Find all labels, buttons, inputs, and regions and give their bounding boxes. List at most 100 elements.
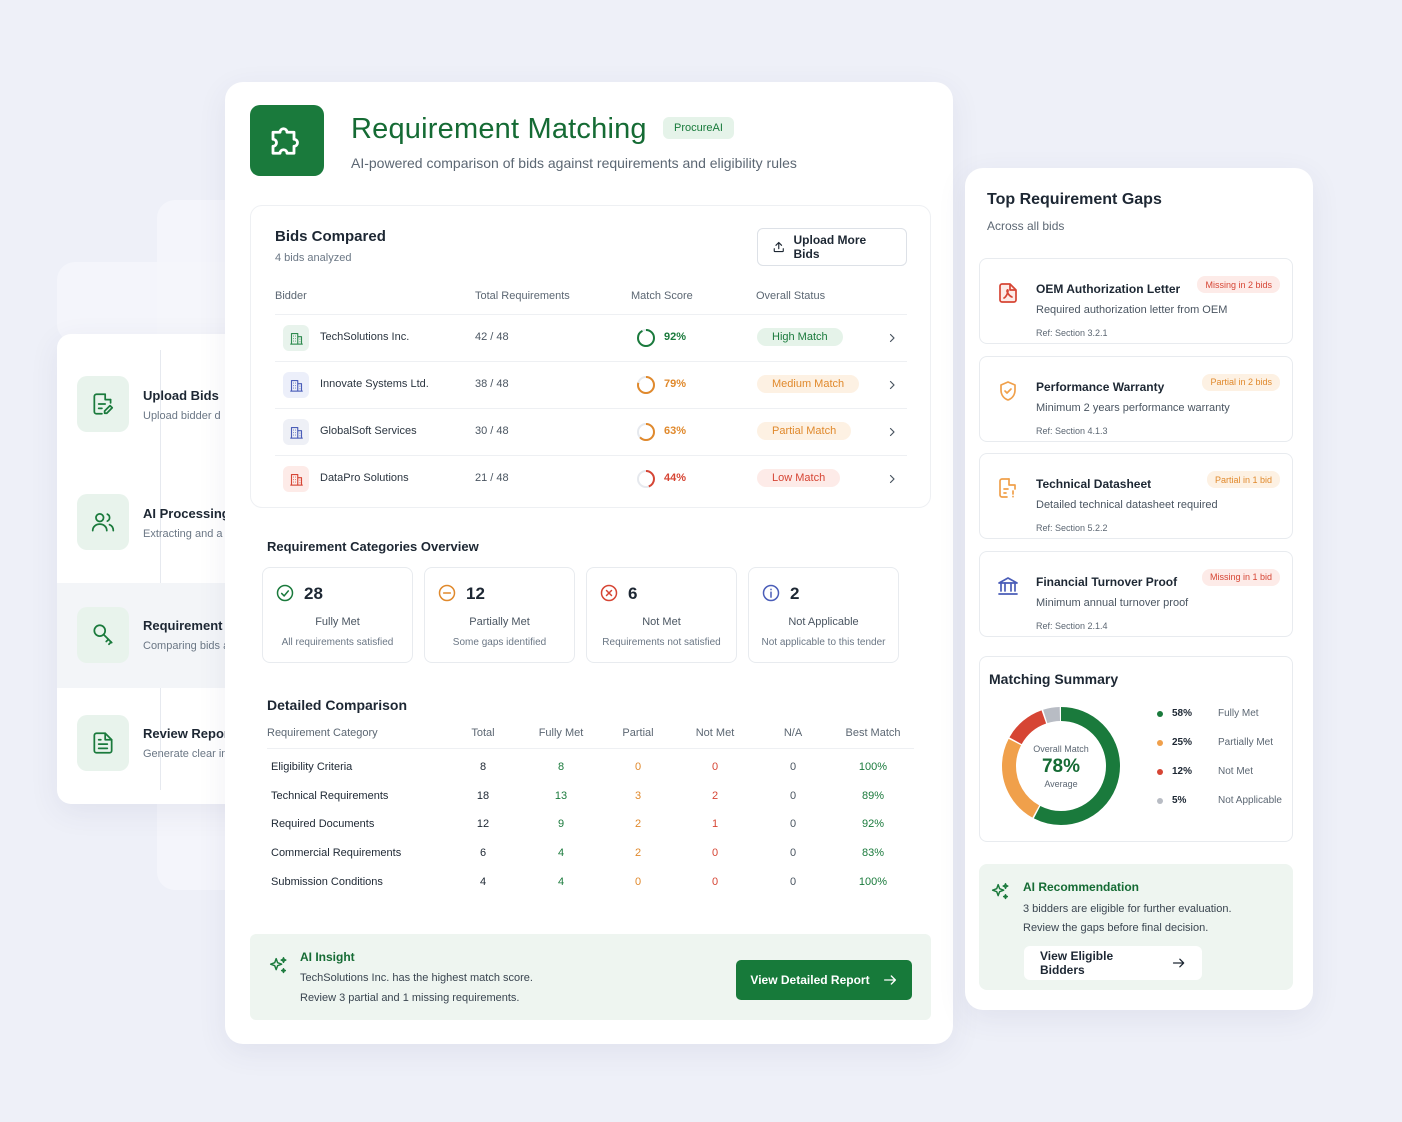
chevron-right-icon[interactable] — [886, 331, 898, 343]
score-ring — [637, 329, 655, 347]
score-ring — [637, 376, 655, 394]
gap-reference: Ref: Section 3.2.1 — [1036, 328, 1108, 338]
status-badge: Low Match — [757, 469, 841, 487]
building-icon — [283, 419, 309, 445]
detail-cell-not: 1 — [711, 818, 719, 831]
detailed-comparison-section: Detailed Comparison Requirement Category… — [250, 682, 931, 914]
chevron-right-icon[interactable] — [886, 472, 898, 484]
detail-cell-name: Commercial Requirements — [271, 847, 402, 860]
legend-item: 12% Not Met — [1157, 766, 1253, 777]
step-title: AI Processing — [143, 506, 230, 521]
detail-cell-full: 4 — [557, 875, 565, 888]
detail-cell-full: 4 — [557, 847, 565, 860]
upload-icon — [773, 241, 784, 253]
legend-dot — [1157, 797, 1163, 804]
arrow-right-icon — [883, 975, 896, 985]
detail-cell-na: 0 — [789, 818, 797, 831]
column-header-bidder: Bidder — [275, 290, 307, 302]
section-title: Bids Compared — [275, 228, 386, 245]
bank-icon — [996, 573, 1020, 599]
detail-row: Commercial Requirements 6 4 2 0 0 83% — [250, 847, 931, 867]
legend-dot — [1157, 710, 1163, 717]
category-label: Not Met — [642, 616, 681, 628]
legend-item: 5% Not Applicable — [1157, 795, 1282, 806]
bid-row[interactable]: DataPro Solutions 21 / 48 44% Low Match — [251, 455, 932, 502]
shield-check-icon — [996, 378, 1020, 404]
gap-title: Financial Turnover Proof — [1036, 574, 1178, 589]
view-detailed-report-button[interactable]: View Detailed Report — [736, 960, 912, 1000]
gap-description: Minimum 2 years performance warranty — [1036, 401, 1230, 414]
puzzle-icon — [250, 105, 324, 176]
x-circle-icon — [599, 583, 619, 603]
step-title: Review Report — [143, 726, 234, 741]
minus-circle-icon — [437, 583, 457, 603]
recommendation-title: AI Recommendation — [1023, 880, 1140, 894]
status-badge: Medium Match — [757, 375, 860, 393]
gap-card[interactable]: Technical Datasheet Partial in 1 bid Detai… — [979, 453, 1293, 539]
legend-label: Not Applicable — [1218, 795, 1282, 806]
page-title: Requirement Matching — [351, 113, 647, 145]
detail-cell-partial: 2 — [634, 818, 642, 831]
chevron-right-icon[interactable] — [886, 425, 898, 437]
view-eligible-bidders-button[interactable]: View Eligible Bidders — [1024, 946, 1202, 980]
detail-cell-not: 0 — [711, 875, 719, 888]
gap-reference: Ref: Section 4.1.3 — [1036, 425, 1108, 436]
upload-more-bids-label: Upload More Bids — [793, 233, 867, 261]
legend-percent: 12% — [1172, 766, 1193, 777]
detail-column-header: N/A — [783, 727, 803, 739]
gap-status-badge: Missing in 2 bids — [1197, 276, 1280, 293]
view-detailed-report-label: View Detailed Report — [750, 973, 870, 987]
legend-item: 58% Fully Met — [1157, 708, 1259, 719]
gap-card[interactable]: Performance Warranty Partial in 2 bids Min… — [979, 355, 1293, 442]
gap-status-badge: Partial in 1 bid — [1206, 471, 1280, 488]
donut-center-value: 78% — [1041, 756, 1081, 777]
legend-dot — [1157, 739, 1163, 746]
category-description: Not applicable to this tender — [761, 637, 886, 648]
category-count: 28 — [304, 584, 323, 603]
gap-card[interactable]: Financial Turnover Proof Missing in 1 bid… — [979, 550, 1293, 637]
category-card[interactable]: 2 Not Applicable Not applicable to this te… — [748, 567, 899, 663]
bid-row[interactable]: Innovate Systems Ltd. 38 / 48 79% Medium Ma… — [251, 361, 932, 408]
match-search-icon — [77, 607, 129, 663]
upload-more-bids-button[interactable]: Upload More Bids — [757, 228, 907, 266]
step-title: Upload Bids — [143, 388, 219, 403]
category-count: 6 — [628, 584, 638, 603]
header-divider — [267, 748, 914, 749]
chevron-right-icon[interactable] — [886, 378, 898, 390]
ai-recommendation-box: AI Recommendation 3 bidders are eligible… — [979, 864, 1293, 990]
bidder-name: Innovate Systems Ltd. — [320, 378, 429, 390]
donut-center-label: Overall Match — [1033, 744, 1089, 754]
bidder-name: GlobalSoft Services — [320, 425, 417, 437]
gap-reference: Ref: Section 2.1.4 — [1036, 620, 1108, 631]
bid-row[interactable]: GlobalSoft Services 30 / 48 63% Partial Mat… — [251, 408, 932, 455]
step-description: Extracting and a — [143, 528, 223, 540]
step-description: Generate clear in — [143, 748, 228, 760]
status-badge: High Match — [757, 328, 843, 346]
legend-label: Fully Met — [1218, 708, 1259, 719]
building-icon — [283, 466, 309, 492]
detail-cell-name: Technical Requirements — [271, 789, 389, 802]
category-description: Requirements not satisfied — [602, 637, 721, 648]
category-description: All requirements satisfied — [281, 637, 394, 648]
gap-description: Detailed technical datasheet required — [1036, 499, 1218, 511]
detail-cell-name: Eligibility Criteria — [271, 761, 353, 773]
detail-cell-partial: 0 — [634, 761, 642, 773]
column-header-score: Match Score — [631, 290, 693, 302]
bid-row[interactable]: TechSolutions Inc. 42 / 48 92% High Match — [251, 314, 932, 361]
legend-label: Not Met — [1218, 766, 1254, 777]
step-description: Upload bidder d — [143, 410, 221, 422]
detail-cell-full: 13 — [554, 789, 568, 802]
category-count: 12 — [466, 584, 485, 603]
detail-cell-na: 0 — [789, 789, 797, 802]
gap-status-badge: Partial in 2 bids — [1202, 373, 1280, 391]
recommendation-line2: Review the gaps before final decision. — [1023, 922, 1209, 934]
detail-cell-partial: 2 — [634, 847, 642, 860]
category-card[interactable]: 12 Partially Met Some gaps identified — [424, 567, 575, 663]
product-badge: ProcureAI — [663, 117, 734, 139]
category-card[interactable]: 6 Not Met Requirements not satisfied — [586, 567, 737, 663]
gap-card[interactable]: OEM Authorization Letter Missing in 2 bid… — [979, 258, 1293, 344]
category-card[interactable]: 28 Fully Met All requirements satisfied — [262, 567, 413, 663]
category-count: 2 — [790, 584, 800, 603]
detail-cell-best: 92% — [861, 818, 885, 831]
detail-cell-partial: 0 — [634, 875, 642, 888]
